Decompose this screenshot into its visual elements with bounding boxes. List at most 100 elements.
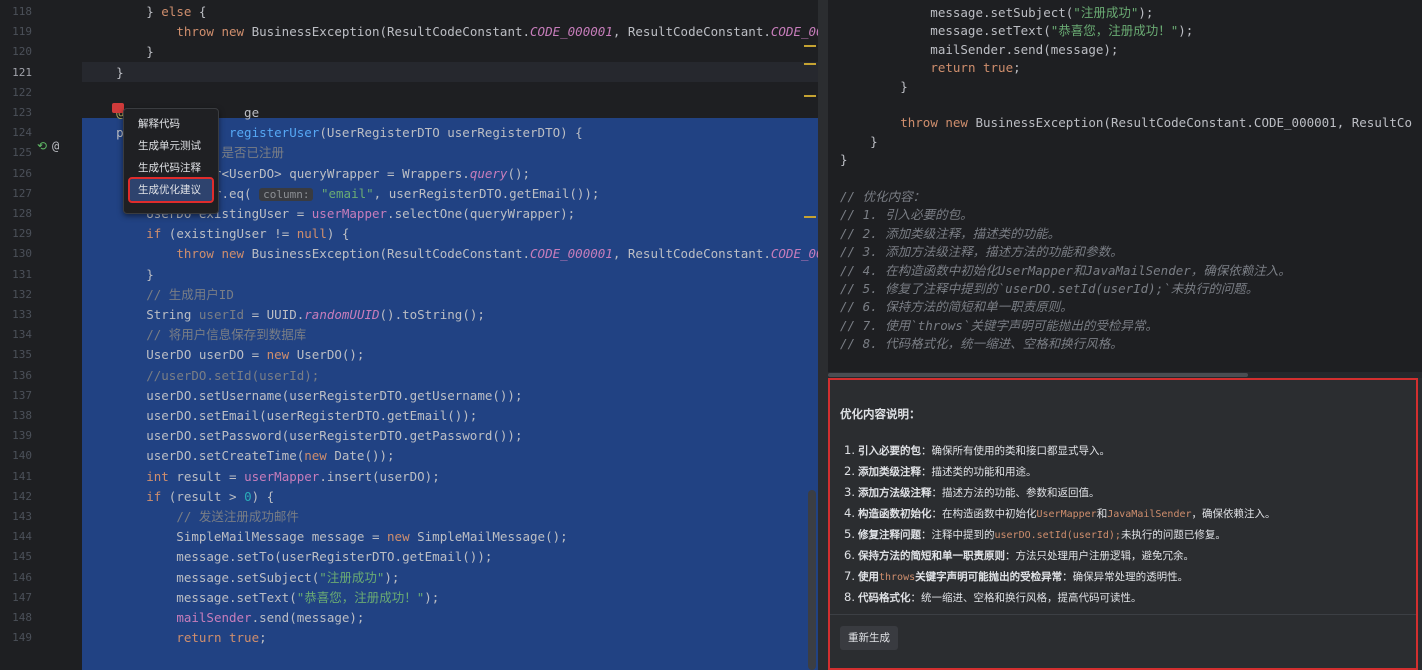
code-token: // 2. 添加类级注释，描述类的功能。: [840, 225, 1061, 241]
code-line[interactable]: //userDO.setId(userId);: [86, 366, 319, 386]
item-text: ：确保所有使用的类和接口都显式导入。: [921, 445, 1110, 457]
code-line[interactable]: }: [86, 265, 154, 285]
code-token: new: [266, 347, 290, 363]
code-token: userDO.setUsername(userRegisterDTO.getUs…: [86, 387, 523, 403]
code-token: ;: [259, 630, 267, 646]
code-lines[interactable]: } else { throw new BusinessException(Res…: [82, 0, 818, 670]
code-line[interactable]: if (result > 0) {: [86, 487, 274, 507]
line-number: 127: [12, 186, 32, 200]
code-token: message.setSubject(: [840, 5, 1074, 20]
menu-item[interactable]: 生成代码注释: [130, 157, 212, 179]
ai-context-menu[interactable]: 解释代码 生成单元测试 生成代码注释 生成优化建议: [123, 108, 219, 214]
code-line[interactable]: mailSender.send(message);: [86, 608, 364, 628]
item-text: 构造函数初始化: [858, 508, 932, 520]
annotation-gutter-icon[interactable]: @: [52, 139, 59, 153]
code-token: .selectOne(queryWrapper);: [387, 206, 576, 221]
code-line[interactable]: userDO.setUsername(userRegisterDTO.getUs…: [86, 386, 523, 406]
line-number: 138: [12, 409, 32, 422]
generated-code-line: // 6. 保持方法的简短和单一职责原则。: [840, 298, 1073, 316]
code-token: message.setText(: [86, 589, 297, 605]
item-text: 关键字声明可能抛出的受检异常: [915, 571, 1063, 583]
editor-scrollbar[interactable]: [808, 490, 816, 670]
inline-code: JavaMailSender: [1107, 509, 1192, 520]
code-token: Date());: [326, 448, 395, 464]
line-number: 145: [12, 550, 32, 564]
implementation-gutter-icon[interactable]: ⟲: [37, 139, 47, 153]
explanation-item: 6. 保持方法的简短和单一职责原则：方法只处理用户注册逻辑，避免冗余。: [844, 545, 1404, 566]
item-text: 代码格式化: [858, 592, 911, 604]
code-line[interactable]: throw new BusinessException(ResultCodeCo…: [86, 22, 818, 42]
code-token: new: [304, 448, 327, 464]
code-token: ) {: [326, 226, 350, 242]
code-token: userDO.setEmail(userRegisterDTO.getEmail…: [86, 408, 478, 423]
line-number: 139: [12, 429, 32, 443]
code-line[interactable]: userDO.setPassword(userRegisterDTO.getPa…: [86, 426, 522, 446]
code-token: // 1. 引入必要的包。: [840, 207, 973, 223]
line-number: 119: [12, 25, 32, 39]
code-line[interactable]: userDO.setCreateTime(new Date());: [86, 446, 395, 466]
line-number: 147: [12, 590, 32, 604]
code-token: String: [86, 307, 199, 322]
generated-code-view[interactable]: message.setSubject("注册成功"); message.setT…: [828, 0, 1422, 372]
generated-code-line: // 优化内容：: [840, 188, 925, 206]
code-line[interactable]: }: [86, 42, 154, 62]
line-number: 120: [12, 45, 32, 59]
code-line[interactable]: message.setSubject("注册成功");: [86, 568, 399, 588]
code-token: UserDO userDO =: [86, 347, 267, 363]
code-token: BusinessException(ResultCodeConstant.: [244, 24, 531, 40]
item-text: 添加方法级注释: [858, 487, 932, 499]
menu-item[interactable]: 生成优化建议: [128, 177, 214, 203]
code-line[interactable]: throw new BusinessException(ResultCodeCo…: [86, 244, 818, 264]
code-line[interactable]: // 生成用户ID: [86, 285, 234, 305]
line-number: 136: [12, 368, 32, 382]
code-token: ();: [507, 165, 531, 181]
explanation-item: 2. 添加类级注释：描述类的功能和用途。: [844, 461, 1404, 482]
regenerate-button[interactable]: 重新生成: [840, 626, 898, 650]
code-line[interactable]: int result = userMapper.insert(userDO);: [86, 467, 440, 487]
line-number: 142: [12, 489, 32, 503]
code-editor[interactable]: 118 119 120 121 122 123 124 125 126 127 128 129 130 1…: [0, 0, 818, 670]
menu-item[interactable]: 解释代码: [130, 113, 212, 135]
code-line[interactable]: return true;: [86, 628, 267, 648]
generated-code-line: // 2. 添加类级注释，描述类的功能。: [840, 225, 1060, 243]
line-number: 131: [12, 267, 32, 281]
code-line[interactable]: userDO.setEmail(userRegisterDTO.getEmail…: [86, 406, 477, 426]
code-token: "恭喜您，注册成功！": [296, 589, 425, 605]
line-number: 132: [12, 287, 32, 301]
inline-code: userDO.setId(userId);: [994, 530, 1121, 541]
code-line[interactable]: // 发送注册成功邮件: [86, 507, 299, 527]
generated-code-line: // 1. 引入必要的包。: [840, 206, 973, 224]
code-token: (existingUser !=: [161, 226, 297, 242]
code-line[interactable]: UserDO userDO = new UserDO();: [86, 345, 364, 365]
code-line[interactable]: SimpleMailMessage message = new SimpleMa…: [86, 527, 567, 547]
code-line[interactable]: // 将用户信息保存到数据库: [86, 325, 306, 345]
item-number: 1.: [844, 443, 855, 457]
code-token: );: [1178, 23, 1194, 39]
code-token: message.setTo(userRegisterDTO.getEmail()…: [86, 549, 493, 565]
code-token: // 5. 修复了注释中提到的`userDO.setId(userId);`未执…: [840, 281, 1259, 296]
code-token: // 7. 使用`throws`关键字声明可能抛出的受检异常。: [840, 317, 1158, 333]
code-token: UserDO();: [289, 347, 365, 363]
line-number: 129: [12, 227, 32, 241]
code-line[interactable]: if (existingUser != null) {: [86, 224, 349, 244]
line-number: 124: [12, 126, 32, 140]
code-line[interactable]: }: [86, 63, 124, 83]
code-line[interactable]: message.setText("恭喜您，注册成功！");: [86, 588, 439, 608]
code-token: // 发送注册成功邮件: [176, 509, 299, 524]
code-line[interactable]: } else {: [86, 2, 206, 22]
code-token: mailSender.send(message);: [840, 41, 1119, 57]
line-number: 123: [12, 106, 32, 119]
code-token: );: [1138, 5, 1154, 20]
line-number: 126: [12, 166, 32, 180]
line-number: 134: [12, 328, 32, 342]
code-line[interactable]: String userId = UUID.randomUUID().toStri…: [86, 305, 485, 325]
line-number: 128: [12, 207, 32, 220]
item-text: 未执行的问题已修复。: [1120, 529, 1226, 541]
code-line[interactable]: message.setTo(userRegisterDTO.getEmail()…: [86, 547, 492, 567]
item-text: 修复注释问题: [858, 529, 921, 541]
code-token: return true: [176, 630, 260, 646]
menu-item[interactable]: 生成单元测试: [130, 135, 212, 157]
